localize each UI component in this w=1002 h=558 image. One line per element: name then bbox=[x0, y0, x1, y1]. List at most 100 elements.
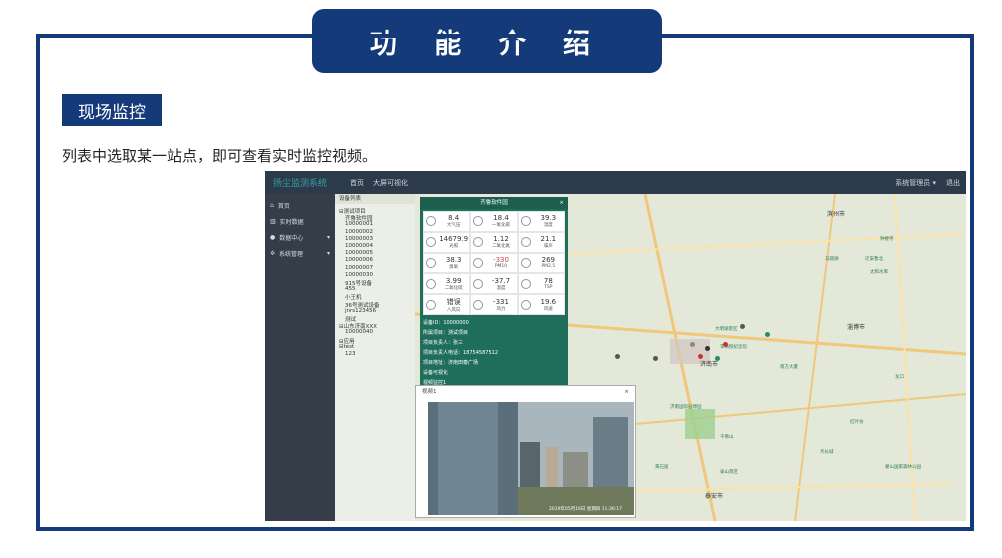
metric-cell: 78 TSP bbox=[517, 273, 565, 295]
sensor-icon bbox=[426, 299, 436, 310]
map-poi: 齐长城 bbox=[820, 450, 834, 455]
tree-item[interactable]: jnrs123456 bbox=[345, 308, 376, 314]
description-text: 列表中选取某一站点，即可查看实时监控视频。 bbox=[62, 147, 378, 165]
panel-title: 齐鲁软件园 bbox=[480, 200, 508, 206]
sensor-icon bbox=[520, 237, 531, 248]
metric-value: 39.3 bbox=[540, 214, 557, 223]
metric-cell: 3.99 二氧化硫 bbox=[423, 273, 471, 295]
map-poi: 南方大厦 bbox=[780, 365, 798, 370]
map-marker[interactable] bbox=[615, 354, 620, 359]
tree-item[interactable]: 10000003 bbox=[345, 236, 373, 242]
metric-label: 大气压 bbox=[446, 223, 461, 229]
metric-cell: 错误 八风向 bbox=[423, 294, 471, 315]
tree-item[interactable]: ⊟test bbox=[339, 344, 354, 350]
sidebar-item-label: 系统管理 bbox=[279, 251, 304, 258]
device-tree: 设备列表 ⊟测试项目 齐鲁软件园 10000001 10000002 10000003 1… bbox=[335, 194, 415, 521]
metric-cell: 269 PM2.5 bbox=[517, 252, 565, 274]
sidebar-item-datacenter[interactable]: ● 数据中心 ▾ bbox=[270, 233, 332, 242]
sensor-icon bbox=[473, 216, 484, 227]
chevron-down-icon: ▾ bbox=[326, 250, 330, 257]
sidebar-item-realtime[interactable]: ▥ 实时数据 bbox=[270, 217, 332, 226]
map-marker[interactable] bbox=[705, 346, 710, 351]
metric-label: 一氧化碳 bbox=[491, 223, 510, 229]
nav-bigscreen[interactable]: 大屏可视化 bbox=[373, 178, 408, 188]
panel-link[interactable]: 设备可视化 bbox=[423, 369, 448, 376]
tree-item[interactable]: 10000007 bbox=[345, 265, 373, 271]
tree-item[interactable]: 10000006 bbox=[345, 257, 373, 263]
home-icon: ⌂ bbox=[270, 202, 274, 209]
video-window: 视频1 × 2019年05月16日 星期四 11:36:17 bbox=[415, 385, 636, 518]
sidebar-item-label: 首页 bbox=[277, 203, 290, 210]
account-menu[interactable]: 系统管理员 ▾ bbox=[895, 178, 936, 188]
metric-cell: 38.3 臭氧 bbox=[423, 252, 471, 274]
metric-label: 二氧化氮 bbox=[491, 244, 510, 250]
metric-label: 八风向 bbox=[446, 307, 461, 313]
sensor-icon bbox=[473, 299, 484, 310]
metric-label: 光照 bbox=[449, 244, 459, 250]
map-city-label: 滨州市 bbox=[827, 211, 846, 218]
map-city-label: 淄博市 bbox=[847, 324, 866, 331]
map-marker[interactable] bbox=[698, 354, 703, 359]
map-marker[interactable] bbox=[690, 342, 695, 347]
tree-item[interactable]: 455 bbox=[345, 286, 356, 292]
map-marker[interactable] bbox=[653, 356, 658, 361]
sensor-icon bbox=[520, 278, 531, 289]
metric-cell: -37.7 温度 bbox=[470, 273, 518, 295]
map-marker[interactable] bbox=[765, 332, 770, 337]
video-feed[interactable]: 2019年05月16日 星期四 11:36:17 bbox=[428, 402, 634, 515]
map-poi: 蒙山国家森林公园 bbox=[885, 465, 921, 470]
map-poi: 大明湖景区 bbox=[715, 327, 738, 332]
metric-label: PM10 bbox=[494, 264, 508, 270]
logout-link[interactable]: 退出 bbox=[946, 178, 960, 188]
sensor-icon bbox=[426, 237, 436, 248]
tree-item[interactable]: 10000002 bbox=[345, 229, 373, 235]
video-header: 视频1 × bbox=[416, 386, 635, 398]
sensor-icon bbox=[426, 278, 436, 289]
tree-item[interactable]: 10000004 bbox=[345, 243, 373, 249]
app-brand[interactable]: 扬尘监测系统 bbox=[273, 176, 327, 189]
close-icon[interactable]: × bbox=[624, 386, 629, 398]
metric-value: 1.12 bbox=[493, 235, 509, 244]
map-marker[interactable] bbox=[740, 324, 745, 329]
metric-cell: 8.4 大气压 bbox=[423, 211, 471, 232]
sensor-icon bbox=[473, 278, 484, 289]
info-line: 项目地址：济南田泰广场 bbox=[423, 360, 479, 366]
tree-item[interactable]: 10000005 bbox=[345, 250, 373, 256]
sidebar-item-system[interactable]: ✲ 系统管理 ▾ bbox=[270, 249, 332, 258]
sensor-icon bbox=[473, 237, 484, 248]
sidebar-item-home[interactable]: ⌂ 首页 bbox=[270, 201, 332, 210]
metric-value: -37.7 bbox=[491, 276, 511, 285]
tree-item[interactable]: 123 bbox=[345, 351, 356, 357]
map-poi: 济南国际园博园 bbox=[670, 405, 702, 410]
chart-icon: ▥ bbox=[270, 218, 276, 225]
info-line: 所属项目：测试项目 bbox=[423, 330, 469, 336]
tree-item[interactable]: 10000040 bbox=[345, 329, 373, 335]
app-screenshot: 扬尘监测系统 首页 大屏可视化 系统管理员 ▾ 退出 ⌂ 首页 ▥ 实时数据 ● 数据… bbox=[265, 171, 966, 521]
map-marker[interactable] bbox=[715, 356, 720, 361]
map-poi: 太和水库 bbox=[870, 270, 888, 275]
sensor-icon bbox=[426, 257, 436, 268]
map-poi: 龙口 bbox=[895, 375, 904, 380]
side-nav: ⌂ 首页 ▥ 实时数据 ● 数据中心 ▾ ✲ 系统管理 ▾ bbox=[265, 194, 335, 521]
sidebar-item-label: 数据中心 bbox=[279, 235, 304, 242]
metric-value: -331 bbox=[493, 297, 509, 306]
section-title: 现场监控 bbox=[62, 94, 162, 126]
map-poi: 红叶谷 bbox=[850, 420, 864, 425]
metric-value: 14679.9 bbox=[439, 235, 469, 244]
panel-header: 齐鲁软件园 × bbox=[420, 197, 568, 209]
sensor-icon bbox=[520, 257, 531, 268]
nav-home[interactable]: 首页 bbox=[350, 178, 364, 188]
map-poi: 黄石崖 bbox=[655, 465, 669, 470]
metric-label: 温度 bbox=[496, 285, 506, 291]
map-marker[interactable] bbox=[723, 342, 728, 347]
station-panel: 齐鲁软件园 × 8.4 大气压 18.4 一氧化碳 39.3 湿度 14679.9 光照 1.1… bbox=[420, 197, 568, 391]
metric-value: 18.4 bbox=[493, 214, 509, 223]
tree-item[interactable]: 10000030 bbox=[345, 272, 373, 278]
tree-item[interactable]: 10000001 bbox=[345, 221, 373, 227]
close-icon[interactable]: × bbox=[559, 197, 564, 209]
map-poi: 泰山景区 bbox=[720, 470, 738, 475]
metric-cell: 39.3 湿度 bbox=[517, 211, 565, 232]
metric-cell: 18.4 一氧化碳 bbox=[470, 211, 518, 232]
chevron-down-icon: ▾ bbox=[326, 234, 330, 241]
metric-value: 8.4 bbox=[448, 214, 460, 223]
